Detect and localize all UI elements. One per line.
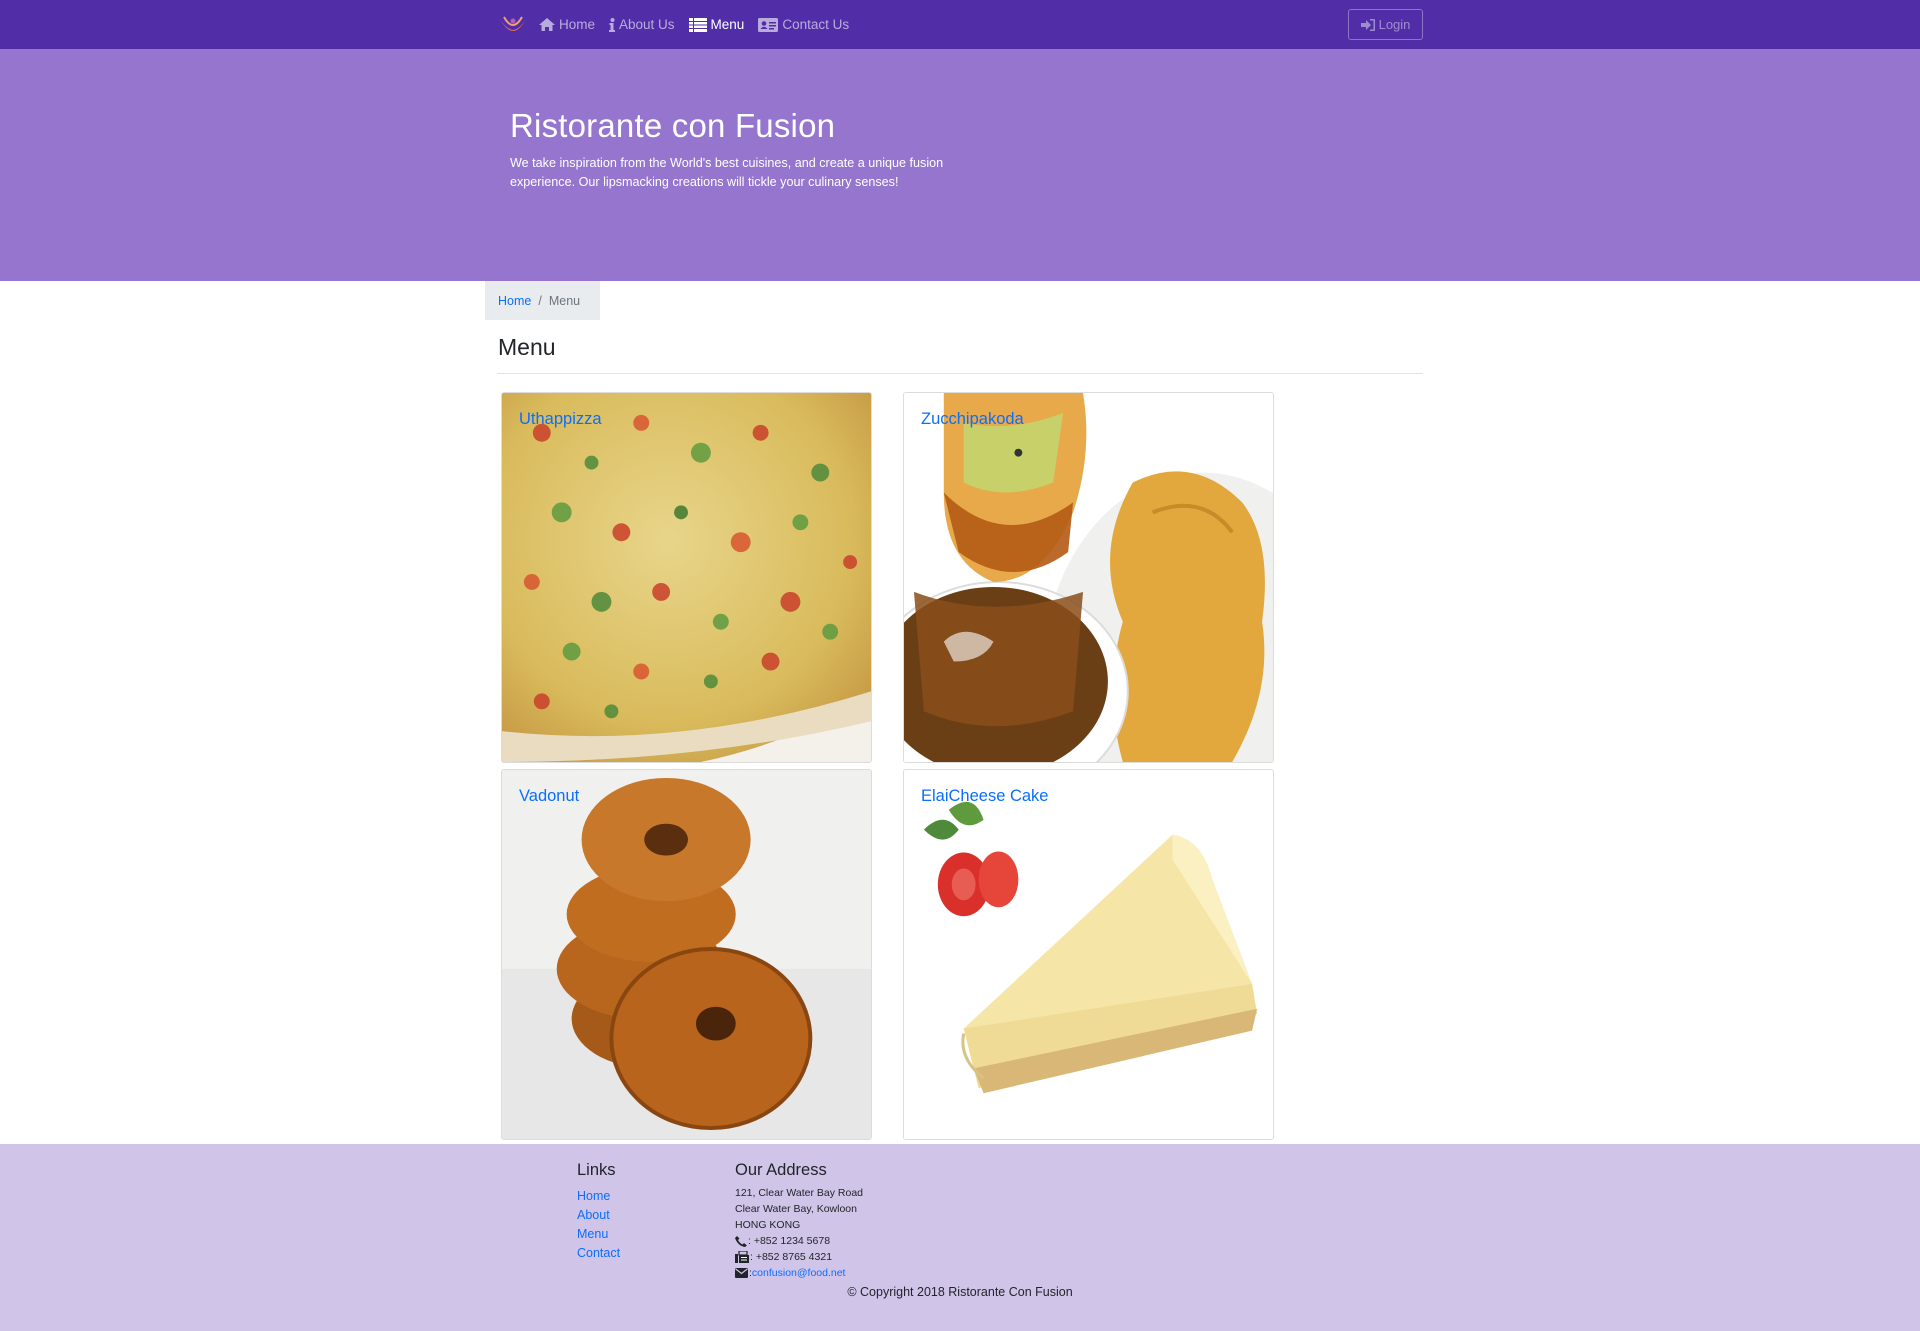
navbar: Home About Us Menu Contact Us Login — [0, 0, 1920, 49]
breadcrumb-separator: / — [538, 293, 542, 308]
title-divider — [497, 373, 1423, 374]
restaurant-title: Ristorante con Fusion — [510, 107, 836, 144]
dish-card-vadonut[interactable]: Vadonut — [501, 769, 872, 1140]
copyright-text: © Copyright 2018 Ristorante Con Fusion — [847, 1285, 1073, 1299]
dish-name: Vadonut — [519, 787, 580, 805]
login-button[interactable]: Login — [1348, 9, 1423, 40]
elaicheese-cake-image — [904, 770, 1273, 1139]
nav-about[interactable]: About Us — [609, 17, 675, 32]
footer: Links Home About Menu Contact Our Addres… — [0, 1144, 1920, 1331]
breadcrumb: Home / Menu — [485, 281, 600, 320]
address-line-3: HONG KONG — [735, 1219, 801, 1231]
fax-number: : +852 8765 4321 — [750, 1251, 833, 1263]
navbar-inner: Home About Us Menu Contact Us Login — [497, 0, 1423, 49]
dish-card-zucchipakoda[interactable]: Zucchipakoda — [903, 392, 1274, 763]
vadonut-image — [502, 770, 871, 1139]
fax-line: : +852 8765 4321 — [735, 1249, 863, 1265]
phone-line: : +852 1234 5678 — [735, 1233, 863, 1249]
copyright: © Copyright 2018 Ristorante Con Fusion — [0, 1285, 1920, 1299]
dish-name: ElaiCheese Cake — [921, 787, 1049, 805]
phone-icon — [735, 1235, 747, 1247]
breadcrumb-home[interactable]: Home — [498, 294, 531, 308]
zucchipakoda-image — [904, 393, 1273, 762]
sign-in-icon — [1360, 18, 1375, 31]
address-card-icon — [758, 17, 779, 32]
breadcrumb-current: Menu — [548, 293, 581, 308]
email-link[interactable]: confusion@food.net — [752, 1265, 846, 1281]
home-icon — [539, 18, 555, 31]
nav-contact-label: Contact Us — [782, 17, 850, 32]
links-heading: Links — [577, 1161, 616, 1179]
address-line-2: Clear Water Bay, Kowloon — [735, 1203, 857, 1215]
restaurant-tagline: We take inspiration from the World's bes… — [510, 156, 944, 189]
dish-name: Uthappizza — [519, 410, 602, 428]
login-label: Login — [1378, 17, 1411, 32]
nav-home[interactable]: Home — [539, 17, 595, 32]
footer-link-about[interactable]: About — [577, 1206, 620, 1225]
phone-number: : +852 1234 5678 — [748, 1235, 831, 1247]
nav-menu-label: Menu — [710, 17, 745, 32]
fax-icon — [735, 1251, 749, 1263]
footer-link-home[interactable]: Home — [577, 1187, 620, 1206]
footer-address: Our Address 121, Clear Water Bay Road Cl… — [735, 1161, 863, 1281]
info-icon — [609, 17, 616, 32]
address-line-1: 121, Clear Water Bay Road — [735, 1187, 864, 1199]
dish-card-elaicheese-cake[interactable]: ElaiCheese Cake — [903, 769, 1274, 1140]
footer-link-contact[interactable]: Contact — [577, 1244, 620, 1263]
nav-menu[interactable]: Menu — [688, 17, 745, 32]
dish-card-uthappizza[interactable]: Uthappizza — [501, 392, 872, 763]
jumbotron: Ristorante con Fusion We take inspiratio… — [0, 49, 1920, 281]
envelope-icon — [735, 1268, 748, 1278]
nav-contact[interactable]: Contact Us — [758, 17, 849, 32]
email-line: : confusion@food.net — [735, 1265, 863, 1281]
address-heading: Our Address — [735, 1161, 827, 1179]
logo-icon[interactable] — [497, 11, 529, 39]
nav-about-label: About Us — [619, 17, 675, 32]
footer-link-menu[interactable]: Menu — [577, 1225, 620, 1244]
list-icon — [688, 17, 707, 32]
dish-name: Zucchipakoda — [921, 410, 1024, 428]
nav-home-label: Home — [559, 17, 596, 32]
page-title: Menu — [498, 334, 556, 360]
footer-links: Links Home About Menu Contact — [577, 1161, 620, 1263]
uthappizza-image — [502, 393, 871, 762]
